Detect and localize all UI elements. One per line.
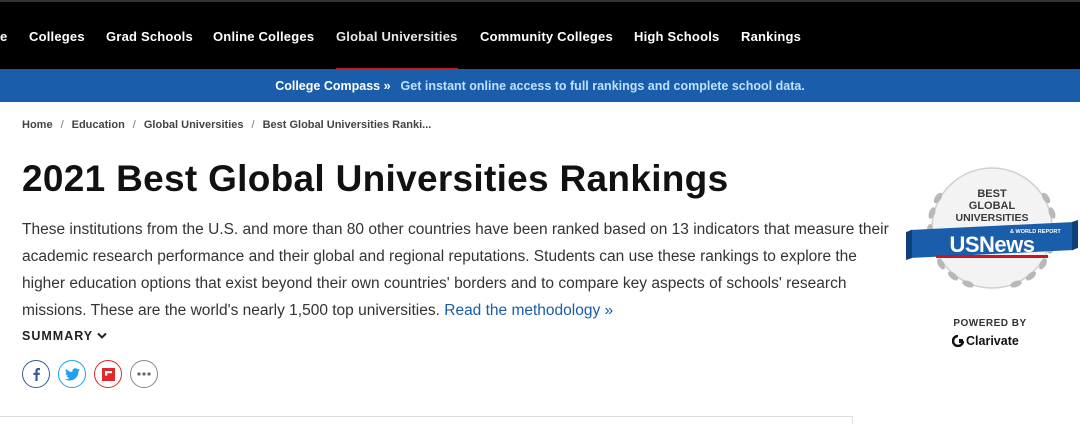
badge-brand: USNews [906,232,1078,258]
breadcrumb-education[interactable]: Education [72,119,125,131]
clarivate-icon [952,335,964,347]
badge-brand-name: USNews [949,232,1035,257]
summary-toggle[interactable]: SUMMARY [22,329,107,343]
clarivate-name: Clarivate [966,334,1019,348]
breadcrumb-home[interactable]: Home [22,119,53,131]
page-description: These institutions from the U.S. and mor… [22,216,900,324]
promo-link[interactable]: Get instant online access to full rankin… [401,79,805,93]
share-buttons [22,360,166,388]
breadcrumb-separator: / [132,119,136,131]
twitter-icon [64,367,80,380]
chevron-down-icon [97,332,107,339]
nav-item-community-colleges[interactable]: Community Colleges [480,2,613,71]
more-icon [137,372,151,376]
badge-brand-sub: & WORLD REPORT [1010,229,1061,235]
facebook-share-button[interactable] [22,360,50,388]
flipboard-icon [101,367,115,381]
twitter-share-button[interactable] [58,360,86,388]
powered-by-label: POWERED BY [953,318,1027,329]
page-title: 2021 Best Global Universities Rankings [22,158,729,199]
nav-item-high-schools[interactable]: High Schools [634,2,719,71]
nav-item-global-universities[interactable]: Global Universities [336,2,458,71]
nav-item-grad-schools[interactable]: Grad Schools [106,2,193,71]
facebook-icon [33,368,40,381]
breadcrumb-separator: / [251,119,255,131]
breadcrumb: Home / Education / Global Universities /… [22,119,431,131]
methodology-link[interactable]: Read the methodology » [444,302,613,319]
badge-line-best: BEST [977,188,1007,200]
badge-line-universities: UNIVERSITIES [955,212,1029,224]
content-divider [0,416,852,417]
promo-label[interactable]: College Compass » [275,79,390,93]
badge-line-global: GLOBAL [968,200,1016,212]
nav-item-home-partial[interactable]: e [0,2,7,71]
breadcrumb-current: Best Global Universities Ranki... [262,119,432,131]
more-share-button[interactable] [130,360,158,388]
column-divider [852,416,853,424]
nav-item-colleges[interactable]: Colleges [29,2,85,71]
top-navigation-bar: e Colleges Grad Schools Online Colleges … [0,0,1080,71]
clarivate-logo: Clarivate [952,334,1019,348]
breadcrumb-global-universities[interactable]: Global Universities [144,119,244,131]
summary-label: SUMMARY [22,329,94,343]
nav-item-online-colleges[interactable]: Online Colleges [213,2,314,71]
breadcrumb-separator: / [60,119,64,131]
best-global-universities-badge: BEST GLOBAL UNIVERSITIES USNews & WORLD … [906,158,1078,303]
flipboard-share-button[interactable] [94,360,122,388]
promo-banner: College Compass » Get instant online acc… [0,69,1080,102]
nav-item-rankings[interactable]: Rankings [741,2,801,71]
